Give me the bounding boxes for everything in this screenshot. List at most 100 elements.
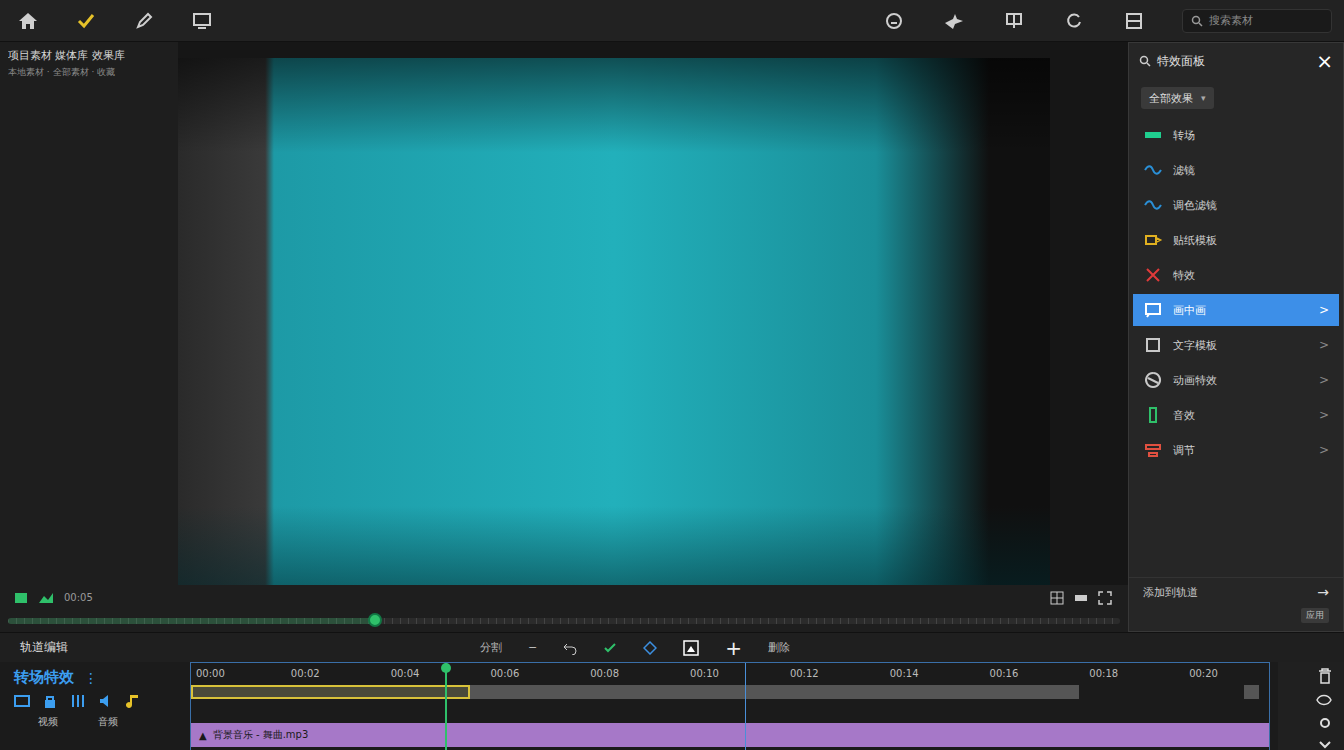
zoom-out-button[interactable]: − (528, 641, 537, 654)
playhead[interactable] (445, 663, 447, 750)
apply-badge[interactable]: 应用 (1301, 608, 1329, 623)
lock-icon[interactable] (42, 693, 58, 709)
timeline-title: 转场特效 (14, 668, 74, 687)
track-area[interactable]: 00:0000:0200:0400:0600:0800:1000:1200:14… (190, 662, 1270, 750)
home-button[interactable] (16, 9, 40, 33)
menu-button[interactable]: ⋮ (84, 670, 98, 686)
home-icon (17, 11, 39, 31)
apply-arrow[interactable]: → (1317, 584, 1329, 600)
effect-icon (1143, 335, 1163, 355)
search-field[interactable]: 搜索素材 (1182, 9, 1332, 33)
top-toolbar: 搜索素材 (0, 0, 1344, 42)
audio-track: ▲背景音乐 - 舞曲.mp3 (191, 723, 1269, 747)
video-frame (178, 58, 1050, 585)
layout-button[interactable] (1002, 9, 1026, 33)
track-header: 转场特效 ⋮ 视频 音频 (0, 662, 190, 750)
effect-item[interactable]: 动画特效> (1133, 364, 1339, 396)
check-button[interactable] (74, 9, 98, 33)
timeline: 转场特效⋮视频音频00:0000:0200:0400:0600:0800:100… (0, 662, 1344, 750)
video-clip[interactable] (191, 685, 470, 699)
refresh-icon (1064, 11, 1084, 31)
face-icon (884, 11, 904, 31)
expand-icon[interactable] (1318, 740, 1332, 750)
check-icon[interactable] (603, 641, 617, 655)
ruler-tick: 00:04 (391, 668, 420, 679)
fit-icon[interactable] (14, 591, 28, 605)
scrub-bar[interactable] (0, 610, 1128, 632)
face-button[interactable] (882, 9, 906, 33)
search-icon (1191, 15, 1203, 27)
scrub-knob[interactable] (368, 613, 382, 627)
crop-icon[interactable] (38, 591, 54, 605)
ruler-tick: 00:02 (291, 668, 320, 679)
media-panel: 项目素材 媒体库 效果库本地素材 · 全部素材 · 收藏 (0, 42, 178, 585)
grid-icon[interactable] (1050, 591, 1064, 605)
timeline-toolbar: 轨道编辑分割−+删除 (0, 632, 1344, 662)
pen-button[interactable] (132, 9, 156, 33)
preview-viewer (178, 42, 1128, 585)
close-button[interactable]: × (1316, 51, 1333, 71)
ruler-tick: 00:16 (990, 668, 1019, 679)
effect-item[interactable]: 调节> (1133, 434, 1339, 466)
ruler-tick: 00:10 (690, 668, 719, 679)
marker-line[interactable] (745, 663, 746, 750)
frame-icon[interactable] (683, 640, 699, 656)
delete-button[interactable]: 删除 (768, 640, 790, 655)
eye-icon[interactable] (1316, 694, 1332, 706)
check-icon (76, 11, 96, 31)
effect-item[interactable]: 滤镜 (1133, 154, 1339, 186)
monitor-button[interactable] (190, 9, 214, 33)
ruler-tick: 00:08 (590, 668, 619, 679)
effect-item[interactable]: 调色滤镜 (1133, 189, 1339, 221)
gear-icon[interactable] (1318, 716, 1332, 730)
search-placeholder: 搜索素材 (1209, 13, 1253, 28)
effects-panel: 特效面板×全部效果▾转场滤镜调色滤镜贴纸模板特效画中画>文字模板>动画特效>音效… (1128, 42, 1344, 632)
refresh-button[interactable] (1062, 9, 1086, 33)
effect-icon (1143, 230, 1163, 250)
ruler-tick: 00:06 (490, 668, 519, 679)
pen-icon (134, 11, 154, 31)
effect-item[interactable]: 转场 (1133, 119, 1339, 151)
keyframe-icon[interactable] (643, 641, 657, 655)
effect-icon (1143, 265, 1163, 285)
media-panel-title[interactable]: 项目素材 媒体库 效果库 (8, 48, 170, 63)
effect-item[interactable]: 贴纸模板 (1133, 224, 1339, 256)
effect-item[interactable]: 特效 (1133, 259, 1339, 291)
effect-icon (1143, 125, 1163, 145)
filter-dropdown[interactable]: 全部效果▾ (1141, 87, 1214, 109)
effect-item[interactable]: 音效> (1133, 399, 1339, 431)
player-bar: 00:05 (0, 585, 1128, 610)
video-clip[interactable] (1244, 685, 1259, 699)
ratio-icon[interactable] (1074, 591, 1088, 605)
effect-item[interactable]: 画中画> (1133, 294, 1339, 326)
share-button[interactable] (942, 9, 966, 33)
video-clip[interactable] (470, 685, 1079, 699)
ruler-tick: 00:20 (1189, 668, 1218, 679)
video-track-icon[interactable] (14, 693, 30, 709)
time-ruler: 00:0000:0200:0400:0600:0800:1000:1200:14… (191, 663, 1269, 685)
monitor-icon (192, 11, 212, 31)
panels-icon (1124, 11, 1144, 31)
split-button[interactable]: 分割 (480, 640, 502, 655)
video-editor: 搜索素材项目素材 媒体库 效果库本地素材 · 全部素材 · 收藏00:05特效面… (0, 0, 1344, 750)
note-icon[interactable] (126, 693, 142, 709)
undo-icon[interactable] (563, 641, 577, 655)
effect-icon (1143, 300, 1163, 320)
trash-icon[interactable] (1318, 668, 1332, 684)
video-track (191, 685, 1269, 699)
track-label: 视频 (38, 715, 58, 729)
effect-icon (1143, 195, 1163, 215)
panels-button[interactable] (1122, 9, 1146, 33)
effect-icon (1143, 440, 1163, 460)
media-panel-subtitle: 本地素材 · 全部素材 · 收藏 (8, 66, 170, 79)
effect-item[interactable]: 文字模板> (1133, 329, 1339, 361)
add-to-track[interactable]: 添加到轨道 (1143, 585, 1198, 600)
speaker-icon[interactable] (98, 693, 114, 709)
track-label: 音频 (98, 715, 118, 729)
ruler-tick: 00:12 (790, 668, 819, 679)
add-button[interactable]: + (725, 638, 742, 658)
bars-icon[interactable] (70, 693, 86, 709)
fullscreen-icon[interactable] (1098, 591, 1112, 605)
search-icon (1139, 55, 1151, 67)
audio-clip[interactable]: ▲背景音乐 - 舞曲.mp3 (191, 723, 1269, 747)
